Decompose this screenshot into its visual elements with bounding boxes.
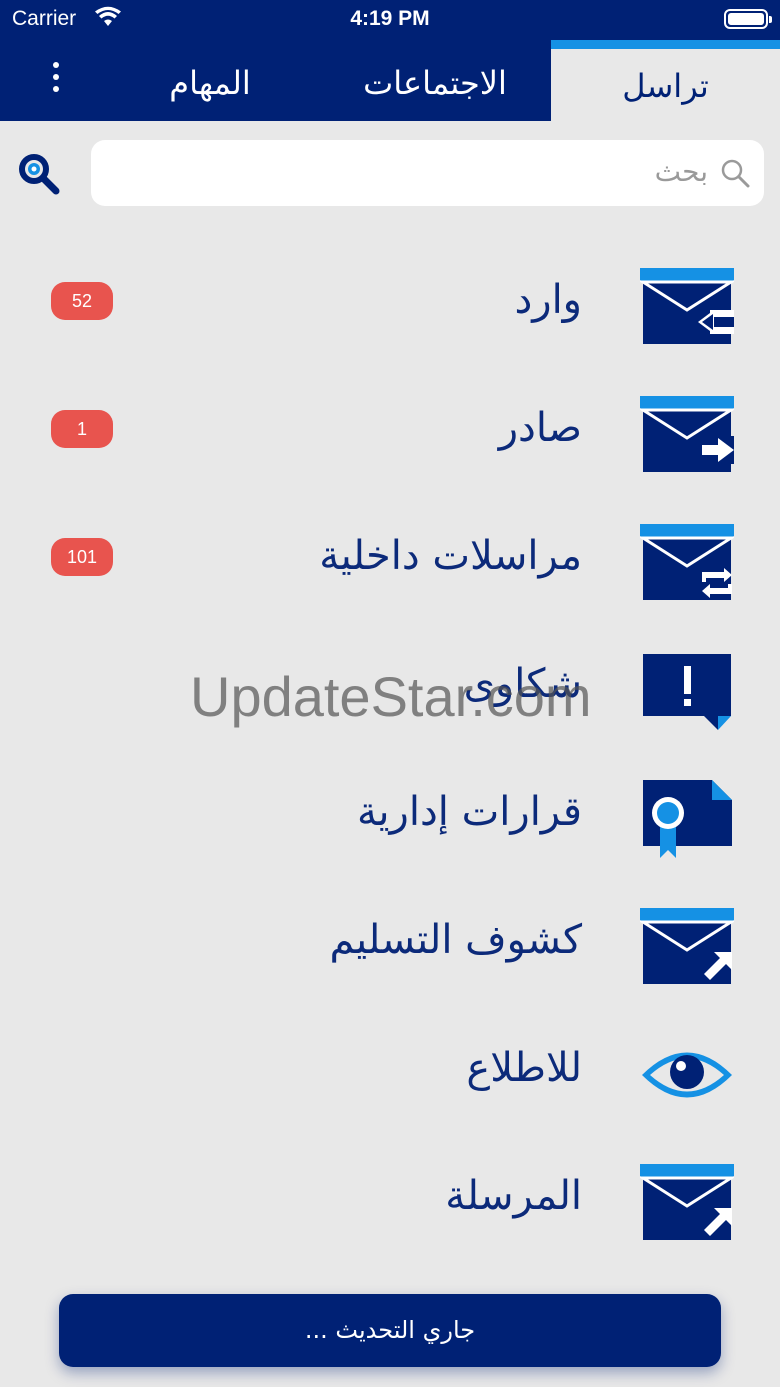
unread-badge: 101 [51,538,113,576]
search-input[interactable]: بحث [91,140,764,206]
mail-delivery-icon [640,908,734,984]
refresh-status-bar: جاري التحديث ... [59,1294,721,1367]
menu-item-label: للاطلاع [466,1045,582,1091]
menu-item-for-review[interactable]: للاطلاع [0,1004,780,1132]
menu-item-label: صادر [498,405,582,451]
watermark: UpdateStar.com [190,665,592,728]
top-tab-bar: المهام الاجتماعات تراسل [0,40,780,121]
menu-item-label: مراسلات داخلية [319,533,582,579]
clock: 4:19 PM [350,7,430,30]
unread-badge: 52 [51,282,113,320]
menu-item-label: المرسلة [445,1173,582,1219]
menu-item-delivery-sheets[interactable]: كشوف التسليم [0,876,780,1004]
search-placeholder: بحث [654,155,708,188]
unread-badge: 1 [51,410,113,448]
tab-correspondence[interactable]: تراسل [551,40,780,121]
mail-internal-icon [640,524,734,600]
battery-icon [724,9,772,29]
tab-meetings[interactable]: الاجتماعات [320,40,550,121]
more-menu-icon[interactable] [42,62,70,98]
menu-item-sent[interactable]: المرسلة [0,1132,780,1260]
eye-icon [642,1052,732,1098]
menu-item-label: كشوف التسليم [329,917,582,963]
menu-item-admin-decisions[interactable]: قرارات إدارية [0,748,780,876]
advanced-search-icon[interactable] [16,151,62,197]
menu-item-inbox[interactable]: 52 وارد [0,236,780,364]
menu-item-outbox[interactable]: 1 صادر [0,364,780,492]
tab-tasks[interactable]: المهام [110,40,310,121]
mail-outbox-icon [640,396,734,472]
menu-item-label: قرارات إدارية [356,789,582,835]
certificate-icon [643,780,732,858]
mail-sent-icon [640,1164,734,1240]
menu-item-internal[interactable]: 101 مراسلات داخلية [0,492,780,620]
complaint-icon [643,654,731,730]
menu-item-label: وارد [514,277,582,323]
search-icon [721,159,750,188]
status-bar: Carrier 4:19 PM [0,0,780,40]
mail-inbox-icon [640,268,734,344]
